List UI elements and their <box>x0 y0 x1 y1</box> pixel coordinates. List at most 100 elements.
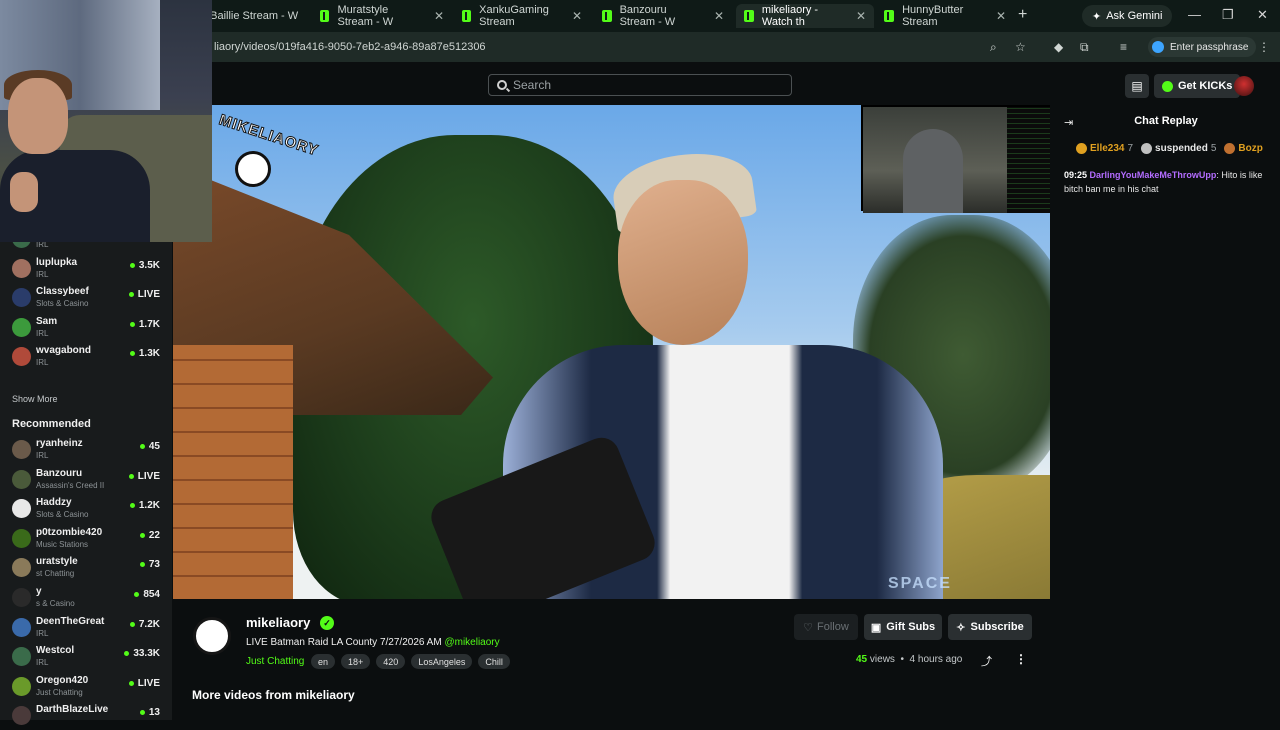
url-field[interactable]: liaory/videos/019fa416-9050-7eb2-a946-89… <box>214 41 486 53</box>
webcam-person-face <box>8 78 68 154</box>
sidebar-channel-item[interactable]: ryanheinz IRL 45 <box>0 436 172 464</box>
sidebar-channel-item[interactable]: Westcol IRL 33.3K <box>0 643 172 671</box>
close-tab-icon[interactable]: ✕ <box>434 9 444 23</box>
channel-avatar-icon <box>12 347 31 366</box>
follow-button[interactable]: ♡ Follow <box>794 614 858 640</box>
sidebar-channel-item[interactable]: Sam IRL 1.7K <box>0 314 172 342</box>
video-player[interactable]: SPACE MIKELIAORY <box>173 105 1050 599</box>
sidebar-channel-item[interactable]: y s & Casino 854 <box>0 584 172 612</box>
sidebar-channel-item[interactable]: DeenTheGreat IRL 7.2K <box>0 614 172 642</box>
layout-button[interactable]: ▤ <box>1125 74 1149 98</box>
passphrase-extension[interactable]: Enter passphrase <box>1148 37 1257 57</box>
tab-label: Muratstyle Stream - W <box>337 4 394 28</box>
browser-tab-active[interactable]: mikeliaory - Watch th ✕ <box>736 4 874 28</box>
channel-category: IRL <box>36 358 49 367</box>
channel-avatar[interactable] <box>193 617 231 655</box>
tag[interactable]: Chill <box>478 654 510 669</box>
extension-diamond-icon[interactable]: ◆ <box>1054 40 1063 54</box>
posted-time: 4 hours ago <box>909 654 963 665</box>
close-tab-icon[interactable]: ✕ <box>856 9 866 23</box>
tag[interactable]: 18+ <box>341 654 371 669</box>
viewer-count: 7.2K <box>130 619 160 630</box>
leaderboard-entry[interactable]: Bozp <box>1224 143 1263 154</box>
browser-tab[interactable]: Banzouru Stream - W ✕ <box>594 4 732 28</box>
leader-name: Elle234 <box>1090 143 1125 154</box>
channel-category: Slots & Casino <box>36 299 89 308</box>
gemini-icon: ✦ <box>1092 10 1102 23</box>
follow-label: Follow <box>817 621 849 633</box>
gift-subs-button[interactable]: ▣ Gift Subs <box>864 614 942 640</box>
sidebar-channel-item[interactable]: Classybeef Slots & Casino LIVE <box>0 284 172 312</box>
browser-tab[interactable]: Muratstyle Stream - W ✕ <box>312 4 452 28</box>
channel-avatar-icon <box>12 317 31 337</box>
media-control-icon[interactable]: ≡ <box>1120 40 1127 54</box>
extension-icon[interactable]: ⧉ <box>1080 40 1089 55</box>
sidebar-channel-item[interactable]: Haddzy Slots & Casino 1.2K <box>0 495 172 523</box>
zoom-icon[interactable]: ⌕ <box>990 40 997 55</box>
leaderboard-entry[interactable]: Elle234 7 <box>1076 143 1133 154</box>
channel-avatar-icon <box>12 469 31 489</box>
new-tab-button[interactable]: + <box>1018 6 1027 24</box>
minimize-button[interactable]: — <box>1188 7 1201 22</box>
show-more-button[interactable]: Show More <box>12 394 58 404</box>
channel-name: p0tzombie420 <box>36 526 103 538</box>
close-tab-icon[interactable]: ✕ <box>996 9 1006 23</box>
chat-username[interactable]: DarlingYouMakeMeThrowUpp <box>1090 170 1217 180</box>
mention-link[interactable]: @mikeliaory <box>444 637 499 648</box>
tag[interactable]: LosAngeles <box>411 654 473 669</box>
channel-avatar-icon <box>12 440 31 459</box>
tag[interactable]: 420 <box>376 654 406 669</box>
ask-gemini-label: Ask Gemini <box>1106 10 1163 22</box>
restore-button[interactable]: ❐ <box>1222 7 1234 23</box>
bronze-medal-icon <box>1224 143 1236 154</box>
channel-avatar-icon <box>12 617 31 637</box>
close-tab-icon[interactable]: ✕ <box>714 9 724 23</box>
watermark: SPACE <box>888 575 952 592</box>
category-link[interactable]: Just Chatting <box>246 656 304 667</box>
channel-name: DeenTheGreat <box>36 615 105 627</box>
share-icon[interactable]: ⤴ <box>981 653 992 669</box>
ask-gemini-button[interactable]: ✦ Ask Gemini <box>1082 5 1173 27</box>
get-kicks-button[interactable]: Get KICKs <box>1154 74 1241 98</box>
tag[interactable]: en <box>311 654 336 669</box>
browser-tab[interactable]: XankuGaming Stream ✕ <box>454 4 590 28</box>
chat-collapse-icon[interactable]: ⇥ <box>1064 116 1073 129</box>
leader-name: Bozp <box>1238 143 1263 154</box>
close-tab-icon[interactable]: ✕ <box>572 9 582 23</box>
webcam-person-hand <box>10 172 38 212</box>
sidebar-channel-item[interactable]: luplupka IRL 3.5K <box>0 255 172 283</box>
leader-name: suspended <box>1155 143 1208 154</box>
sidebar-channel-item[interactable]: uratstyle st Chatting 73 <box>0 554 172 582</box>
browser-tab[interactable]: HunnyButter Stream ✕ <box>876 4 1014 28</box>
browser-menu-icon[interactable]: ⋮ <box>1258 40 1270 54</box>
chat-timestamp: 09:25 <box>1064 170 1088 180</box>
viewer-count: 22 <box>140 530 160 541</box>
channel-category: IRL <box>36 658 49 668</box>
logo-text: MIKELIAORY <box>216 111 321 160</box>
user-avatar[interactable] <box>1234 76 1254 96</box>
leader-count: 5 <box>1210 143 1217 154</box>
channel-name: wvagabond <box>36 345 92 356</box>
passphrase-icon <box>1152 41 1164 53</box>
channel-name: Westcol <box>36 645 75 657</box>
views-word: views <box>869 654 895 665</box>
more-videos-heading: More videos from mikeliaory <box>192 688 355 702</box>
sidebar-channel-item[interactable]: Oregon420 Just Chatting LIVE <box>0 673 172 701</box>
viewer-count: 3.5K <box>130 260 160 271</box>
leaderboard-entry[interactable]: suspended 5 <box>1141 143 1216 154</box>
sidebar-channel-item[interactable]: Banzouru Assassin's Creed II LIVE <box>0 466 172 494</box>
sidebar-channel-item[interactable]: p0tzombie420 Music Stations 22 <box>0 525 172 553</box>
subscribe-button[interactable]: ✧ Subscribe <box>948 614 1032 640</box>
close-window-button[interactable]: ✕ <box>1257 7 1268 23</box>
sidebar-channel-item[interactable]: DarthBlazeLive 13 <box>0 702 172 730</box>
channel-name: Haddzy <box>36 497 72 509</box>
kick-favicon-icon <box>602 10 612 22</box>
more-icon[interactable]: ⋮ <box>1015 652 1027 666</box>
channel-name[interactable]: mikeliaory <box>246 615 310 630</box>
channel-category: Music Stations <box>36 539 89 549</box>
browser-tab[interactable]: eBaillie Stream - W <box>196 4 310 28</box>
bookmark-star-icon[interactable]: ☆ <box>1015 40 1026 54</box>
search-input[interactable]: Search <box>488 74 792 96</box>
sidebar-channel-item[interactable]: wvagabond IRL 1.3K <box>0 343 172 371</box>
channel-name: Classybeef <box>36 286 89 297</box>
